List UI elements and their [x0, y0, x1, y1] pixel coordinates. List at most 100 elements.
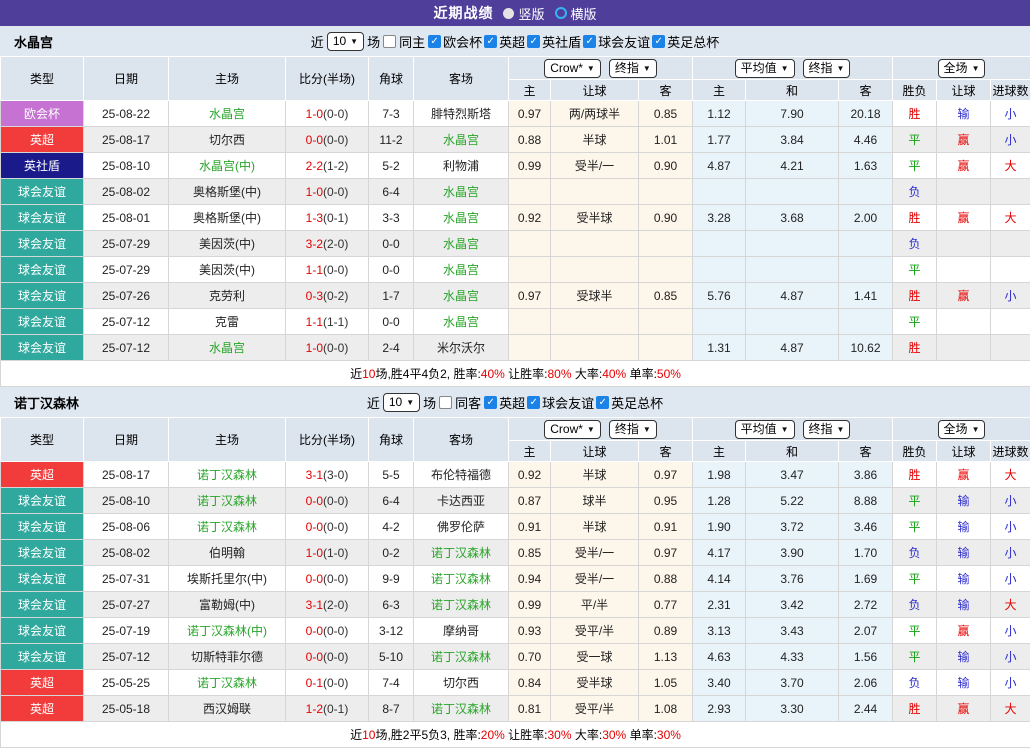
result-wdl: 负 — [893, 670, 937, 696]
result-handicap: 赢 — [937, 462, 991, 488]
match-date: 25-08-02 — [84, 179, 169, 205]
away-team: 水晶宫 — [414, 127, 509, 153]
result-wdl: 胜 — [893, 101, 937, 127]
final-odds-select-2[interactable]: 终指▼ — [803, 59, 851, 78]
odds-home — [509, 179, 551, 205]
avg-home — [693, 309, 746, 335]
avg-draw — [746, 179, 839, 205]
avg-away — [839, 257, 893, 283]
col-odds-handicap: 让球 — [551, 80, 639, 101]
rows-count-select[interactable]: 10▼ — [327, 32, 364, 51]
odds-away: 0.97 — [639, 540, 693, 566]
corners: 8-7 — [369, 696, 414, 722]
horizontal-layout-radio[interactable]: 横版 — [555, 4, 597, 23]
summary-segment: 单率: — [626, 728, 657, 742]
col-home: 主场 — [169, 57, 286, 101]
odds-handicap: 半球 — [551, 127, 639, 153]
chevron-down-icon: ▼ — [350, 34, 358, 49]
corners: 0-0 — [369, 231, 414, 257]
avg-draw: 3.43 — [746, 618, 839, 644]
odds-home: 0.70 — [509, 644, 551, 670]
chevron-down-icon: ▼ — [972, 61, 980, 76]
chevron-down-icon: ▼ — [587, 422, 595, 437]
odds-home — [509, 309, 551, 335]
result-wdl: 平 — [893, 488, 937, 514]
league-checkbox[interactable]: ✓ — [428, 35, 441, 48]
odds-handicap: 受半/一 — [551, 566, 639, 592]
corners: 7-3 — [369, 101, 414, 127]
corners: 11-2 — [369, 127, 414, 153]
avg-away: 4.46 — [839, 127, 893, 153]
match-date: 25-07-27 — [84, 592, 169, 618]
summary-row: 近10场,胜4平4负2, 胜率:40% 让胜率:80% 大率:40% 单率:50… — [1, 361, 1030, 387]
odds-home: 0.97 — [509, 101, 551, 127]
odds-home: 0.91 — [509, 514, 551, 540]
scope-select[interactable]: 全场▼ — [938, 59, 986, 78]
score: 1-0(1-0) — [286, 540, 369, 566]
league-checkbox[interactable]: ✓ — [484, 396, 497, 409]
odds-home: 0.92 — [509, 462, 551, 488]
corners: 9-9 — [369, 566, 414, 592]
final-odds-select[interactable]: 终指▼ — [609, 59, 657, 78]
result-wdl: 平 — [893, 127, 937, 153]
result-goals: 大 — [991, 696, 1030, 722]
result-wdl: 负 — [893, 231, 937, 257]
average-select[interactable]: 平均值▼ — [735, 59, 795, 78]
match-type-badge: 球会友谊 — [1, 566, 84, 592]
col-avg-home: 主 — [693, 441, 746, 462]
company-select[interactable]: Crow*▼ — [544, 59, 601, 78]
rows-count-select[interactable]: 10▼ — [383, 393, 420, 412]
result-goals: 小 — [991, 127, 1030, 153]
final-odds-select[interactable]: 终指▼ — [609, 420, 657, 439]
table-row: 球会友谊25-07-29美因茨(中)3-2(2-0)0-0水晶宫负 — [1, 231, 1030, 257]
league-checkbox[interactable]: ✓ — [596, 396, 609, 409]
same-venue-checkbox[interactable] — [439, 396, 452, 409]
matches-label: 场 — [423, 393, 436, 412]
col-odds-home: 主 — [509, 441, 551, 462]
league-checkbox[interactable]: ✓ — [652, 35, 665, 48]
filter-bar: 近 10▼ 场 同客 ✓英超✓球会友谊✓英足总杯 — [367, 393, 663, 412]
average-select[interactable]: 平均值▼ — [735, 420, 795, 439]
home-team: 诺丁汉森林 — [169, 462, 286, 488]
summary-segment: 10 — [362, 728, 375, 742]
result-handicap: 赢 — [937, 283, 991, 309]
result-handicap: 输 — [937, 514, 991, 540]
result-handicap: 输 — [937, 488, 991, 514]
result-wdl: 平 — [893, 566, 937, 592]
odds-away — [639, 335, 693, 361]
corners: 5-5 — [369, 462, 414, 488]
result-handicap: 赢 — [937, 205, 991, 231]
scope-select[interactable]: 全场▼ — [938, 420, 986, 439]
away-team: 水晶宫 — [414, 309, 509, 335]
result-goals: 小 — [991, 283, 1030, 309]
league-checkbox[interactable]: ✓ — [583, 35, 596, 48]
company-select[interactable]: Crow*▼ — [544, 420, 601, 439]
final-odds-select-2[interactable]: 终指▼ — [803, 420, 851, 439]
result-handicap: 输 — [937, 644, 991, 670]
league-label: 欧会杯 — [443, 32, 482, 51]
away-team: 卡达西亚 — [414, 488, 509, 514]
summary-segment: 近 — [350, 728, 362, 742]
odds-away: 0.90 — [639, 205, 693, 231]
away-team: 诺丁汉森林 — [414, 696, 509, 722]
league-checkbox[interactable]: ✓ — [527, 396, 540, 409]
same-venue-checkbox[interactable] — [383, 35, 396, 48]
col-result-goals: 进球数 — [991, 80, 1030, 101]
match-date: 25-07-31 — [84, 566, 169, 592]
vertical-layout-radio[interactable]: 竖版 — [503, 4, 544, 23]
summary-segment: 场,胜4平4负2, 胜率: — [375, 367, 480, 381]
away-team: 水晶宫 — [414, 257, 509, 283]
match-rows: 英超25-08-17诺丁汉森林3-1(3-0)5-5布伦特福德0.92半球0.9… — [1, 462, 1030, 722]
chevron-down-icon: ▼ — [643, 61, 651, 76]
avg-draw: 4.21 — [746, 153, 839, 179]
score: 1-0(0-0) — [286, 101, 369, 127]
summary-segment: 单率: — [626, 367, 657, 381]
score: 0-1(0-0) — [286, 670, 369, 696]
radio-unselected-icon — [503, 8, 514, 19]
result-goals — [991, 257, 1030, 283]
table-row: 球会友谊25-07-26克劳利0-3(0-2)1-7水晶宫0.97受球半0.85… — [1, 283, 1030, 309]
league-checkbox[interactable]: ✓ — [484, 35, 497, 48]
avg-home: 2.31 — [693, 592, 746, 618]
summary-segment: 大率: — [572, 367, 603, 381]
league-checkbox[interactable]: ✓ — [527, 35, 540, 48]
